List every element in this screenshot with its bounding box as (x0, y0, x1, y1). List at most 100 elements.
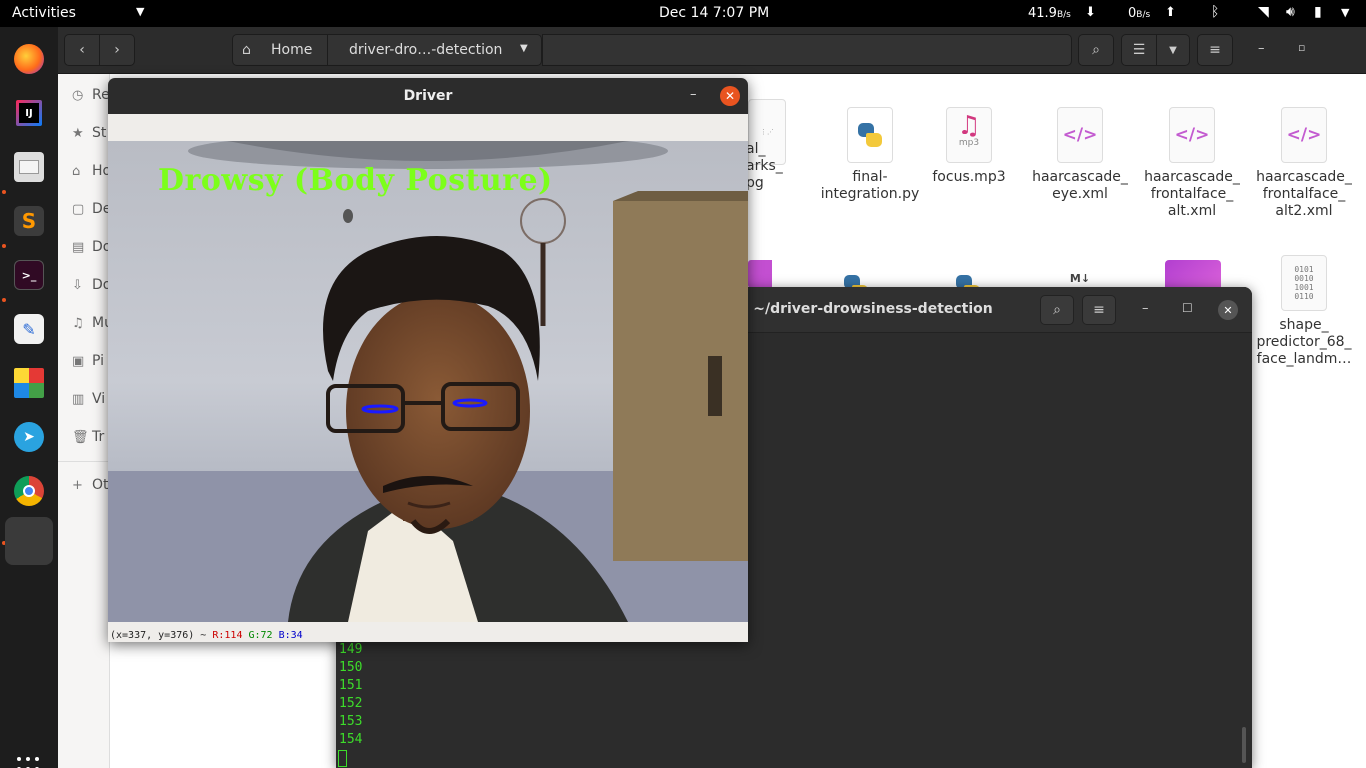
sidebar-item-documents[interactable]: ▤ Do (72, 239, 111, 259)
running-indicator (2, 190, 6, 194)
terminal-minimize-button[interactable]: – (1142, 301, 1149, 316)
cupboard (613, 201, 748, 561)
search-icon: ⌕ (1053, 302, 1061, 318)
chrome-icon[interactable] (5, 467, 53, 515)
firefox-icon[interactable] (5, 35, 53, 83)
sidebar-item-pictures[interactable]: ▣ Pi (72, 353, 104, 373)
driver-close-button[interactable]: ✕ (720, 86, 740, 106)
path-bar-space (542, 34, 1072, 66)
python-file-icon[interactable] (945, 255, 991, 287)
net-down-indicator: 41.9B/s (1028, 6, 1071, 21)
wifi-icon[interactable]: ◥ (1258, 4, 1269, 20)
file-item[interactable]: </> haarcascade_ frontalface_ alt2.xml (1249, 107, 1359, 220)
telegram-icon[interactable]: ➤ (5, 413, 53, 461)
terminal-menu-button[interactable]: ≡ (1082, 295, 1116, 325)
status-b: B:34 (278, 630, 303, 641)
document-icon: ▤ (72, 240, 85, 255)
net-up-unit: B/s (1136, 10, 1151, 20)
dock: IJ S >_ ✎ ➤ (0, 27, 58, 768)
sublime-icon[interactable]: S (5, 197, 53, 245)
code-file-icon: </> (1057, 107, 1103, 163)
running-indicator (2, 298, 6, 302)
text-editor-icon[interactable]: ✎ (5, 305, 53, 353)
menu-button[interactable]: ≡ (1197, 34, 1233, 66)
download-icon: ⇩ (72, 278, 83, 293)
sidebar-item-other-locations[interactable]: + Ot (72, 477, 109, 497)
minimize-button[interactable]: – (1258, 41, 1265, 56)
volume-icon[interactable]: 🔊︎ (1286, 4, 1295, 20)
driver-toolbar (108, 114, 748, 141)
terminal-title-wrap: s ~/driver-drowsiness-detection (740, 301, 993, 317)
markdown-file-icon[interactable]: M↓ (1057, 255, 1103, 287)
sidebar-item-home[interactable]: ⌂ Ho (72, 163, 111, 183)
breadcrumb-home[interactable]: Home (271, 42, 312, 58)
file-item[interactable]: 0101 0010 1001 0110 shape_ predictor_68_… (1249, 255, 1359, 368)
sidebar-item-desktop[interactable]: ▢ De (72, 201, 111, 221)
file-name: al_ arks_ pg (746, 141, 783, 191)
camera-feed[interactable]: Drowsy (Body Posture) (108, 141, 748, 622)
system-menu-chevron-icon[interactable]: ▼ (1341, 6, 1349, 19)
driver-minimize-button[interactable]: – (690, 87, 697, 102)
terminal-search-button[interactable]: ⌕ (1040, 295, 1074, 325)
sidebar-item-trash[interactable]: 🗑︎ Tr (72, 429, 104, 449)
terminal-scrollbar[interactable] (1242, 727, 1246, 763)
status-coords: (x=337, y=376) ~ (110, 630, 207, 641)
maximize-button[interactable]: ▫ (1298, 41, 1305, 54)
terminal-maximize-button[interactable]: ☐ (1182, 301, 1193, 315)
terminal-close-button[interactable]: ✕ (1218, 300, 1238, 320)
active-window-icon[interactable] (5, 517, 53, 565)
music-icon: ♫ (72, 316, 84, 331)
download-arrow-icon: ⬇ (1085, 5, 1096, 20)
audio-file-icon: ♫ mp3 (946, 107, 992, 163)
star-icon: ★ (72, 126, 84, 141)
close-icon: ✕ (1223, 303, 1233, 317)
sidebar-item-videos[interactable]: ▥ Vi (72, 391, 105, 411)
desktop-icon: ▢ (72, 202, 85, 217)
file-item[interactable]: </> haarcascade_ eye.xml (1025, 107, 1135, 203)
status-r: R:114 (212, 630, 243, 641)
file-name: final- integration.py (820, 169, 920, 202)
software-icon[interactable] (5, 359, 53, 407)
driver-window-title: Driver (403, 88, 453, 104)
status-g: G:72 (248, 630, 273, 641)
file-item[interactable]: final- integration.py (815, 107, 925, 203)
binary-file-icon: 0101 0010 1001 0110 (1281, 255, 1327, 311)
net-up-indicator: 0B/s (1128, 6, 1150, 21)
bluetooth-icon[interactable]: ᛒ (1211, 4, 1219, 20)
intellij-icon[interactable]: IJ (5, 89, 53, 137)
terminal-line: 153 (339, 714, 363, 729)
python-file-icon[interactable] (833, 255, 879, 287)
cupboard-handle (708, 356, 722, 416)
breadcrumb-current[interactable]: driver-dro…-detection (349, 42, 502, 58)
terminal-icon[interactable]: >_ (5, 251, 53, 299)
show-applications-icon[interactable] (17, 757, 41, 768)
sidebar-item-downloads[interactable]: ⇩ Do (72, 277, 111, 297)
net-down-value: 41.9 (1028, 6, 1057, 21)
net-down-unit: B/s (1056, 10, 1071, 20)
sidebar-item-starred[interactable]: ★ St (72, 125, 106, 145)
file-item[interactable]: ♫ mp3 focus.mp3 (914, 107, 1024, 186)
hamburger-icon: ≡ (1093, 302, 1105, 318)
media-file-icon[interactable] (1165, 260, 1221, 287)
running-indicator (2, 244, 6, 248)
forward-button[interactable]: › (99, 34, 135, 66)
terminal-line: 151 (339, 678, 363, 693)
sidebar-item-recent[interactable]: ◷ Re (72, 87, 110, 107)
trash-icon: 🗑︎ (72, 430, 89, 445)
activities-button[interactable]: Activities (12, 5, 76, 21)
view-list-button[interactable]: ☰ (1121, 34, 1157, 66)
clock[interactable]: Dec 14 7:07 PM (659, 5, 769, 21)
view-options-button[interactable]: ▼ (1156, 34, 1190, 66)
chevron-down-icon[interactable]: ▼ (520, 43, 528, 54)
media-file-icon[interactable] (748, 260, 772, 288)
video-icon: ▥ (72, 392, 85, 407)
files-icon[interactable] (5, 143, 53, 191)
search-button[interactable]: ⌕ (1078, 34, 1114, 66)
back-button[interactable]: ‹ (64, 34, 100, 66)
home-icon: ⌂ (72, 164, 81, 179)
file-item[interactable]: </> haarcascade_ frontalface_ alt.xml (1137, 107, 1247, 220)
terminal-cursor (338, 750, 347, 767)
battery-icon[interactable]: ▮ (1314, 4, 1322, 20)
chevron-down-icon: ▼ (1169, 44, 1177, 56)
sidebar-item-music[interactable]: ♫ Mu (72, 315, 113, 335)
